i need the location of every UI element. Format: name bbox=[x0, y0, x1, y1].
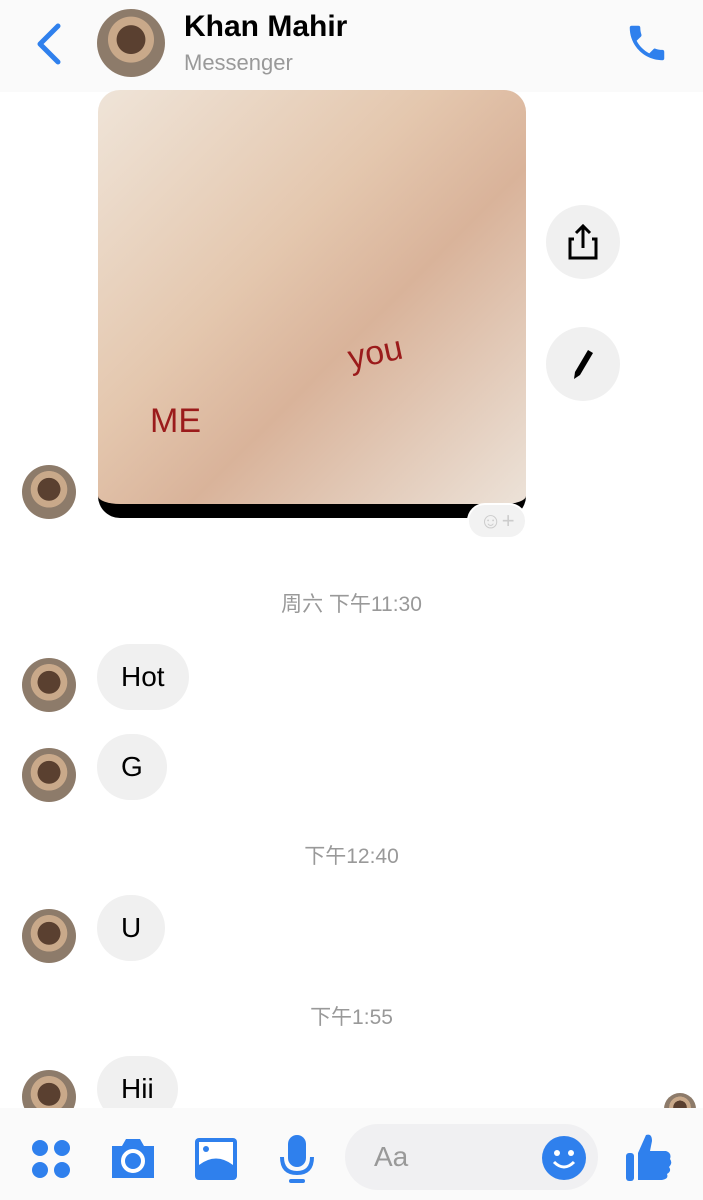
timestamp: 周六 下午11:30 bbox=[281, 593, 422, 616]
contact-subtitle: Messenger bbox=[184, 50, 293, 75]
emoji-icon[interactable] bbox=[541, 1135, 587, 1181]
share-icon bbox=[568, 223, 598, 260]
message-bubble[interactable]: Hot bbox=[97, 644, 189, 710]
sender-avatar[interactable] bbox=[22, 909, 76, 963]
thumbs-up-icon[interactable] bbox=[624, 1131, 674, 1183]
image-message[interactable]: ME you bbox=[98, 90, 526, 518]
camera-icon[interactable] bbox=[108, 1136, 158, 1180]
pencil-icon bbox=[574, 350, 593, 379]
phone-icon[interactable] bbox=[624, 20, 670, 66]
message-input-placeholder: Aa bbox=[374, 1141, 409, 1172]
sender-avatar[interactable] bbox=[22, 465, 76, 519]
add-reaction-button[interactable]: ☺+ bbox=[467, 503, 527, 539]
sender-avatar[interactable] bbox=[22, 658, 76, 712]
message-bubble[interactable]: U bbox=[97, 895, 166, 961]
microphone-icon[interactable] bbox=[278, 1133, 316, 1185]
more-apps-icon[interactable] bbox=[30, 1138, 72, 1180]
edit-button[interactable] bbox=[546, 327, 620, 401]
gallery-icon[interactable] bbox=[194, 1137, 238, 1181]
message-bubble[interactable]: G bbox=[97, 734, 167, 800]
share-button[interactable] bbox=[546, 205, 620, 279]
timestamp: 下午12:40 bbox=[304, 845, 399, 868]
image-caption-me: ME bbox=[150, 402, 201, 440]
contact-avatar[interactable] bbox=[97, 9, 165, 77]
sender-avatar[interactable] bbox=[22, 748, 76, 802]
contact-name[interactable]: Khan Mahir bbox=[184, 10, 347, 44]
back-chevron-icon[interactable] bbox=[34, 22, 64, 66]
image-caption-you: you bbox=[344, 328, 407, 378]
timestamp: 下午1:55 bbox=[310, 1006, 393, 1029]
